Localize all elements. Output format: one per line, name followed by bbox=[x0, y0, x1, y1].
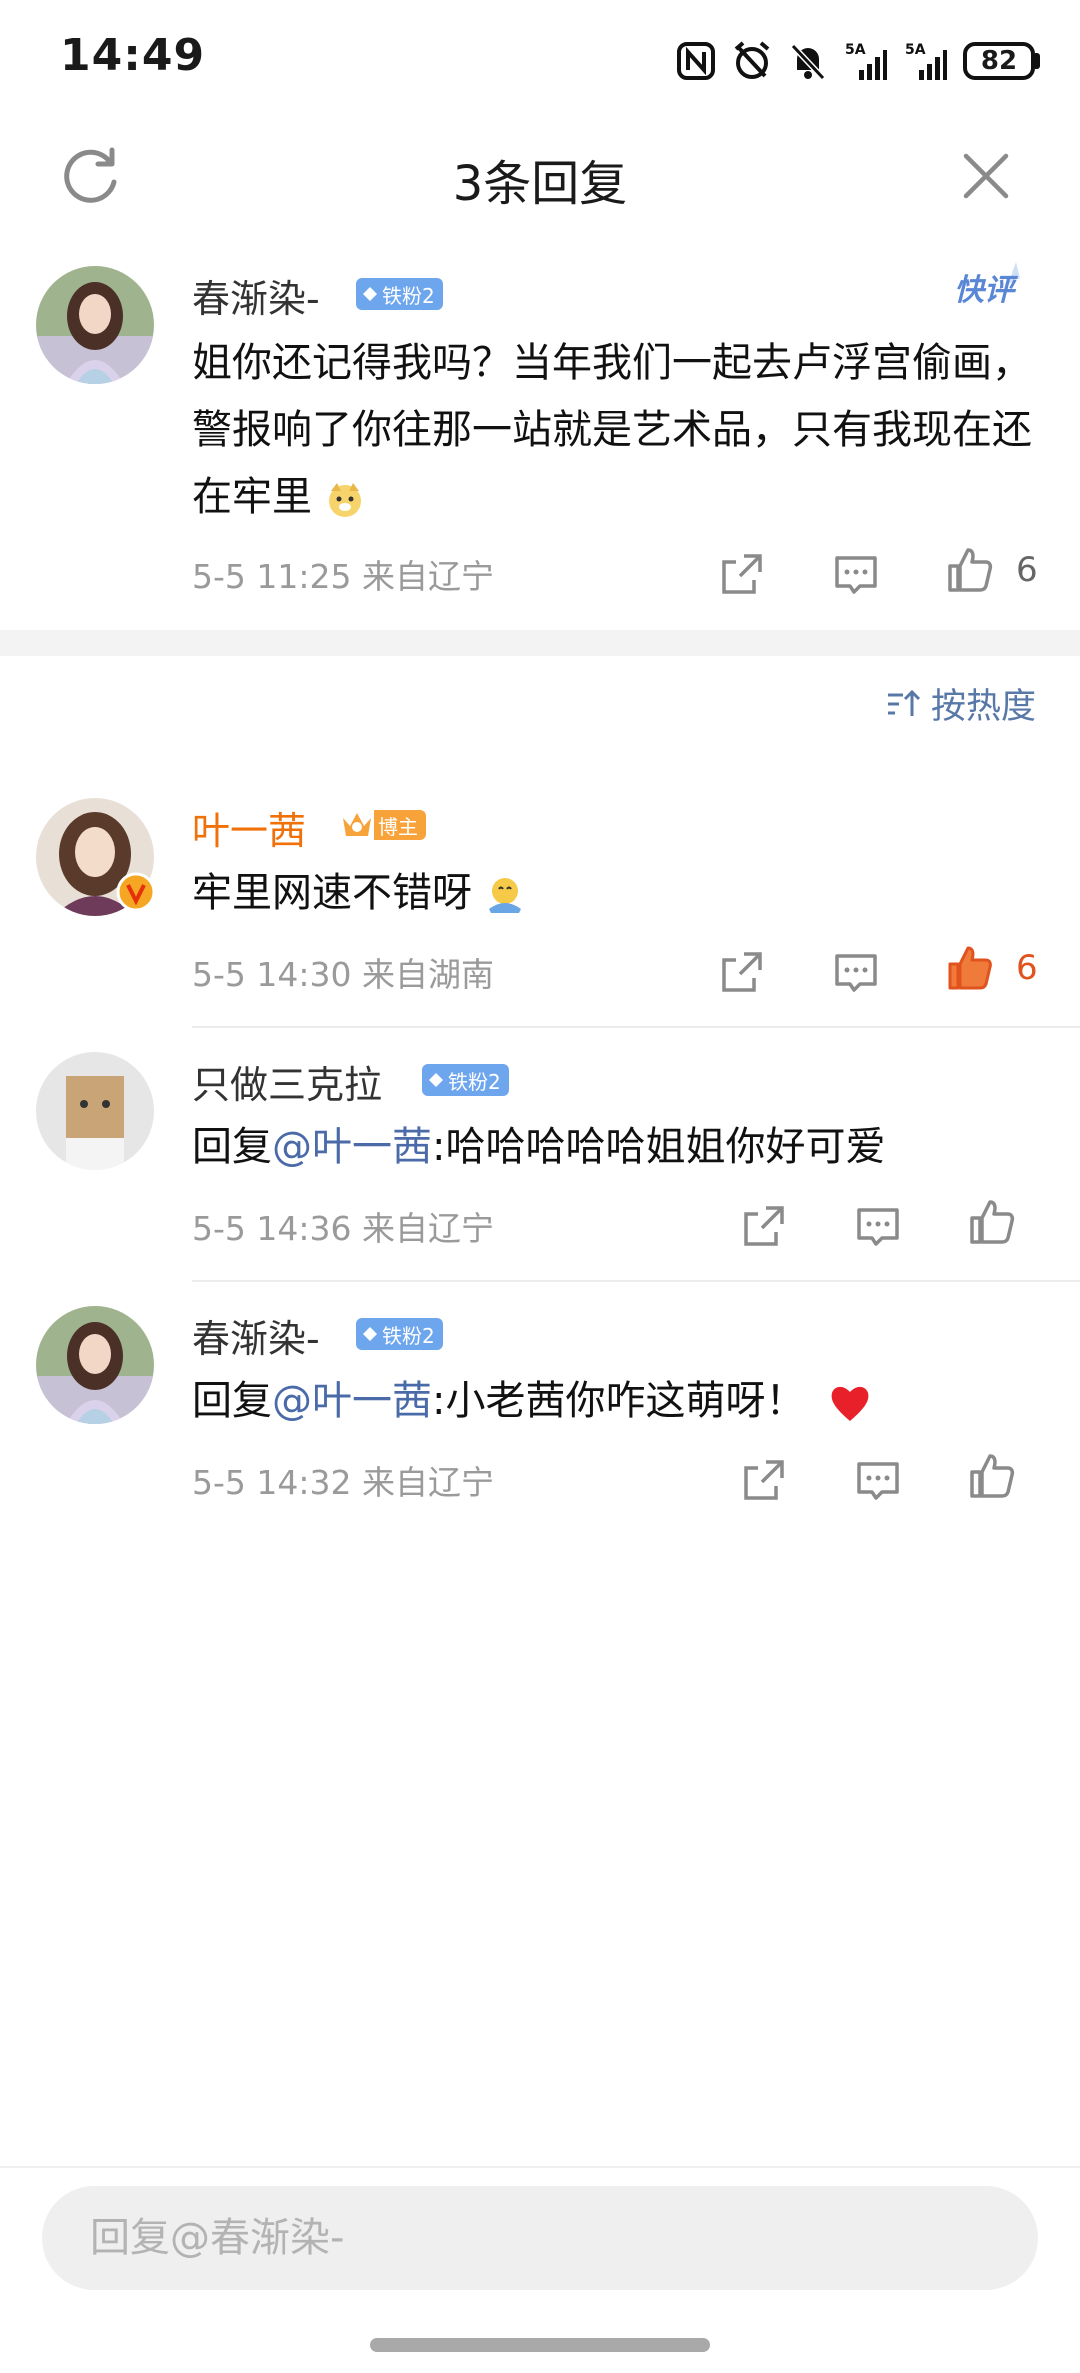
diamond-icon bbox=[363, 1327, 377, 1341]
mention-link[interactable]: @叶一茜 bbox=[272, 1124, 432, 1170]
username[interactable]: 叶一茜 bbox=[192, 800, 306, 855]
comment-text: 姐你还记得我吗？当年我们一起去卢浮宫偷画，警报响了你往那一站就是艺术品，只有我现… bbox=[192, 330, 1032, 531]
diamond-icon bbox=[429, 1073, 443, 1087]
avatar-image bbox=[36, 1306, 154, 1424]
fan-badge: 铁粉2 bbox=[356, 278, 443, 310]
username[interactable]: 只做三克拉 bbox=[192, 1054, 382, 1109]
crown-icon bbox=[343, 813, 371, 836]
reply-text-body: :哈哈哈哈哈姐姐你好可爱 bbox=[432, 1124, 886, 1170]
comment-icon[interactable] bbox=[854, 1202, 902, 1250]
sort-icon bbox=[887, 689, 921, 716]
signal-sim2-icon: 5A bbox=[905, 42, 947, 80]
battery-indicator: 82 bbox=[963, 42, 1040, 80]
like-count: 6 bbox=[1016, 550, 1038, 590]
battery-level: 82 bbox=[963, 42, 1035, 80]
reply-divider bbox=[192, 1026, 1080, 1028]
avatar[interactable] bbox=[36, 266, 154, 384]
share-icon[interactable] bbox=[718, 550, 766, 598]
like-icon[interactable] bbox=[946, 546, 994, 594]
blogger-badge-label: 博主 bbox=[374, 810, 426, 840]
fan-badge-label: 铁粉2 bbox=[382, 283, 435, 308]
avatar-image bbox=[36, 1052, 154, 1170]
fan-badge: 铁粉2 bbox=[422, 1064, 509, 1096]
header: 3条回复 bbox=[0, 124, 1080, 224]
signal2-label: 5A bbox=[905, 42, 926, 58]
like-icon-active[interactable] bbox=[946, 944, 994, 992]
share-icon[interactable] bbox=[718, 948, 766, 996]
home-indicator[interactable] bbox=[370, 2338, 710, 2352]
close-icon[interactable] bbox=[958, 148, 1014, 204]
reply-meta: 5-5 14:32 来自辽宁 bbox=[192, 1463, 494, 1502]
reply-input[interactable] bbox=[42, 2186, 1038, 2290]
verified-icon bbox=[116, 872, 156, 912]
fan-badge-label: 铁粉2 bbox=[382, 1323, 435, 1348]
comment-meta: 5-5 11:25 来自辽宁 bbox=[192, 557, 494, 596]
reply-divider bbox=[192, 1280, 1080, 1282]
share-icon[interactable] bbox=[740, 1202, 788, 1250]
reply-text: 回复@叶一茜:哈哈哈哈哈姐姐你好可爱 bbox=[192, 1114, 1052, 1181]
diamond-icon bbox=[363, 287, 377, 301]
status-icons: 5A 5A 82 bbox=[675, 36, 1040, 86]
signal1-label: 5A bbox=[845, 42, 866, 58]
avatar-image bbox=[36, 266, 154, 384]
avatar[interactable] bbox=[36, 1052, 154, 1170]
comment-text-body: 姐你还记得我吗？当年我们一起去卢浮宫偷画，警报响了你往那一站就是艺术品，只有我现… bbox=[192, 340, 1032, 520]
fan-badge-label: 铁粉2 bbox=[448, 1069, 501, 1094]
sort-toggle[interactable]: 按热度 bbox=[885, 678, 1036, 729]
reply-prefix: 回复 bbox=[192, 1124, 272, 1170]
reply-meta: 5-5 14:36 来自辽宁 bbox=[192, 1209, 494, 1248]
reply-text-body: 牢里网速不错呀 bbox=[192, 870, 472, 916]
mention-link[interactable]: @叶一茜 bbox=[272, 1378, 432, 1424]
kuaiping-button[interactable]: 快评 bbox=[950, 256, 1030, 316]
alarm-off-icon bbox=[734, 41, 770, 79]
hug-emoji-icon bbox=[488, 878, 521, 913]
dog-emoji-icon bbox=[328, 483, 361, 517]
battery-nub bbox=[1035, 53, 1040, 69]
bell-muted-icon bbox=[790, 43, 826, 81]
page-title: 3条回复 bbox=[452, 156, 628, 212]
username[interactable]: 春渐染- bbox=[192, 268, 320, 323]
like-icon[interactable] bbox=[968, 1452, 1016, 1500]
sort-label: 按热度 bbox=[930, 687, 1036, 727]
comment-icon[interactable] bbox=[854, 1456, 902, 1504]
reply-text-body: :小老茜你咋这萌呀！ bbox=[432, 1378, 806, 1424]
status-bar: 14:49 5A 5A 82 bbox=[0, 0, 1080, 120]
comment-icon[interactable] bbox=[832, 550, 880, 598]
section-divider bbox=[0, 630, 1080, 656]
heart-emoji-icon bbox=[831, 1386, 869, 1421]
blogger-badge: 博主 bbox=[340, 808, 426, 842]
reply-prefix: 回复 bbox=[192, 1378, 272, 1424]
reply-text: 牢里网速不错呀 bbox=[192, 860, 1032, 927]
kuaiping-label: 快评 bbox=[954, 273, 1019, 308]
comment-icon[interactable] bbox=[832, 948, 880, 996]
like-count: 6 bbox=[1016, 948, 1038, 988]
signal-sim1-icon: 5A bbox=[845, 42, 887, 80]
avatar[interactable] bbox=[36, 1306, 154, 1424]
share-icon[interactable] bbox=[740, 1456, 788, 1504]
username[interactable]: 春渐染- bbox=[192, 1308, 320, 1363]
reply-text: 回复@叶一茜:小老茜你咋这萌呀！ bbox=[192, 1368, 1052, 1435]
status-time: 14:49 bbox=[60, 30, 206, 81]
reply-meta: 5-5 14:30 来自湖南 bbox=[192, 955, 494, 994]
fan-badge: 铁粉2 bbox=[356, 1318, 443, 1350]
nfc-icon bbox=[677, 42, 715, 80]
like-icon[interactable] bbox=[968, 1198, 1016, 1246]
